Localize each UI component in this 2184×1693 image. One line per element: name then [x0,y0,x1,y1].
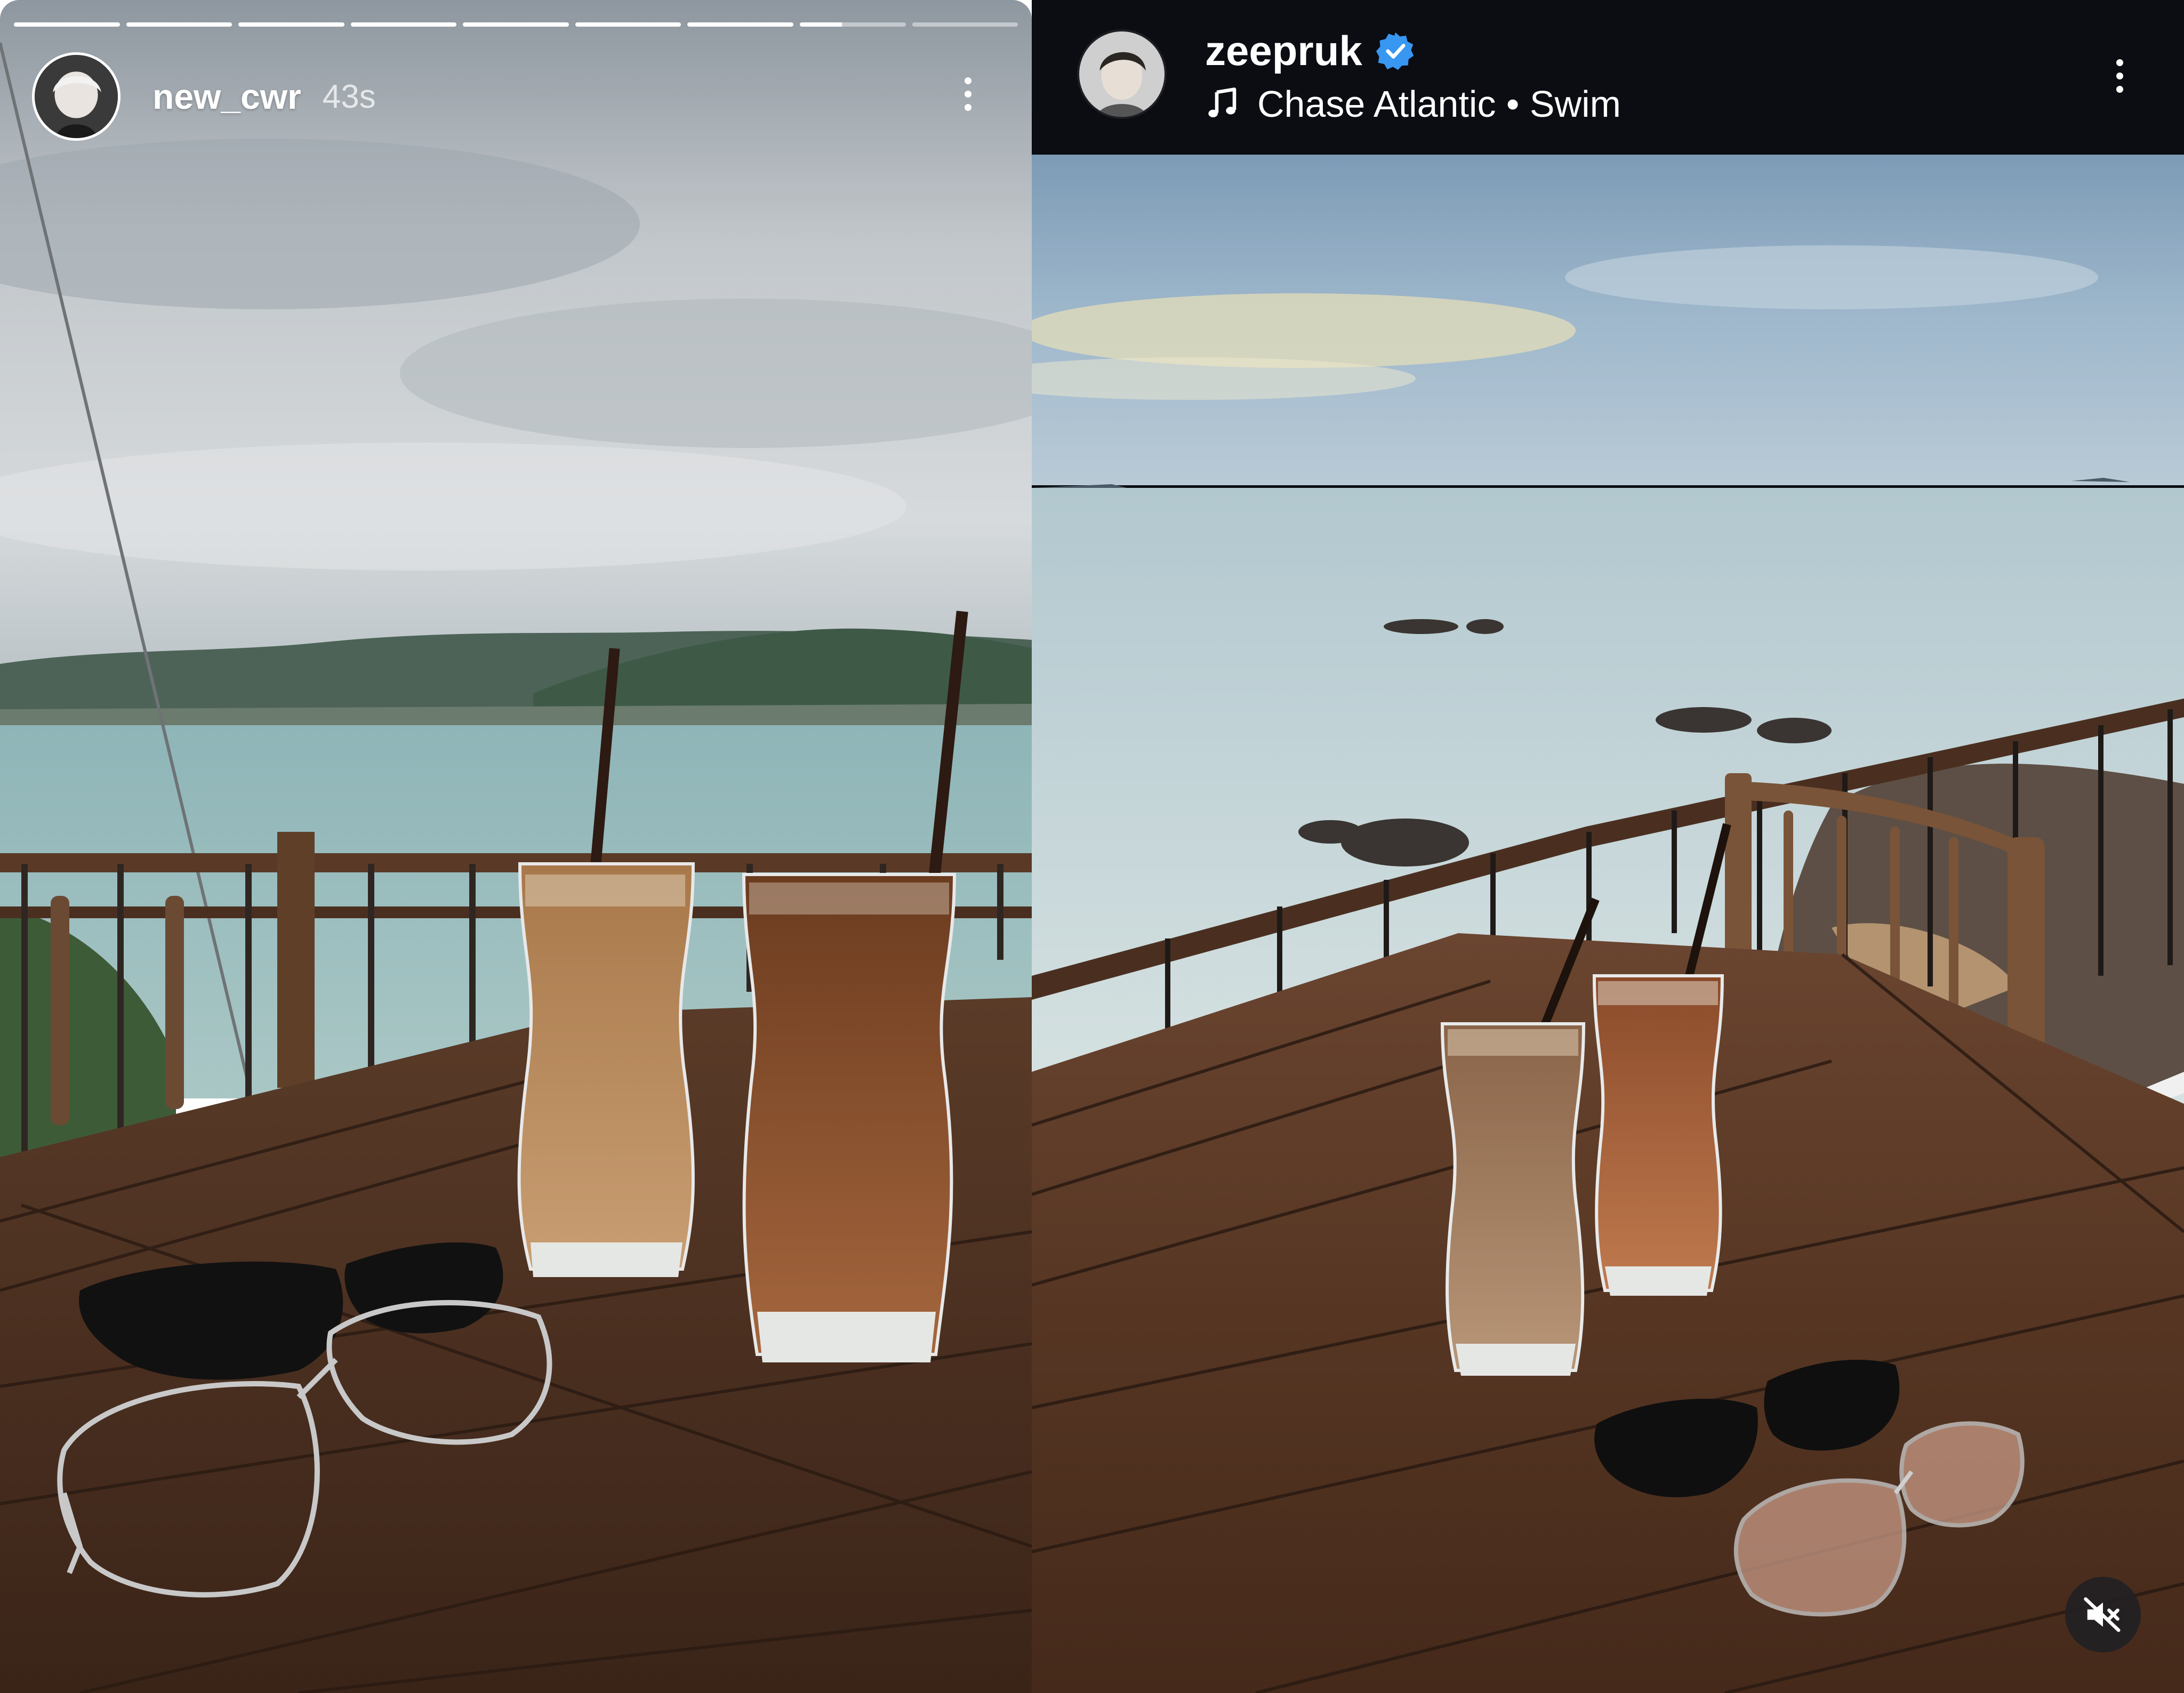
more-vertical-icon[interactable] [2103,49,2135,102]
story-timestamp: 43s [322,78,376,115]
post-photo-right [1032,155,2184,1693]
post-username[interactable]: zeepruk [1205,27,1362,75]
story-panel-left: new_cwr 43s [0,0,1032,1693]
progress-segment [350,22,457,27]
story-photo-left [0,0,1032,1693]
progress-segment [575,22,681,27]
post-panel-right: zeepruk Chase Atlantic • Swim [1032,0,2184,1693]
progress-segment [14,22,120,27]
progress-segment [687,22,793,27]
more-vertical-icon[interactable] [952,67,984,121]
avatar[interactable] [1077,29,1167,119]
progress-segment [463,22,569,27]
verified-badge-icon [1375,30,1416,71]
progress-segment [238,22,344,27]
post-username-row: zeepruk [1205,24,1416,77]
music-note-icon [1205,86,1240,122]
progress-segment [912,22,1018,27]
post-header: zeepruk Chase Atlantic • Swim [1032,0,2184,155]
avatar[interactable] [32,52,121,141]
music-attribution[interactable]: Chase Atlantic • Swim [1205,80,1621,128]
progress-segment [126,22,232,27]
speaker-muted-icon[interactable] [2065,1577,2141,1652]
story-header: new_cwr 43s [32,51,1010,142]
story-progress-bar [14,22,1018,27]
story-username[interactable]: new_cwr [152,76,301,117]
progress-segment [799,22,906,27]
music-label: Chase Atlantic • Swim [1257,83,1621,125]
